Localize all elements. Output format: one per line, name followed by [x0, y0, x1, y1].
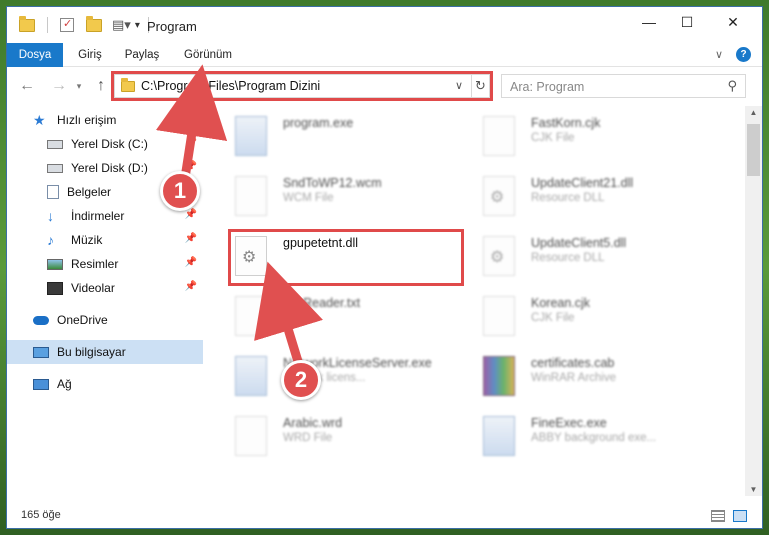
arrow-to-address-bar [155, 64, 228, 183]
arrow-to-file [254, 261, 323, 373]
step-2-badge: 2 [281, 360, 321, 400]
step-1-badge: 1 [160, 171, 200, 211]
annotation-arrows [155, 64, 323, 373]
